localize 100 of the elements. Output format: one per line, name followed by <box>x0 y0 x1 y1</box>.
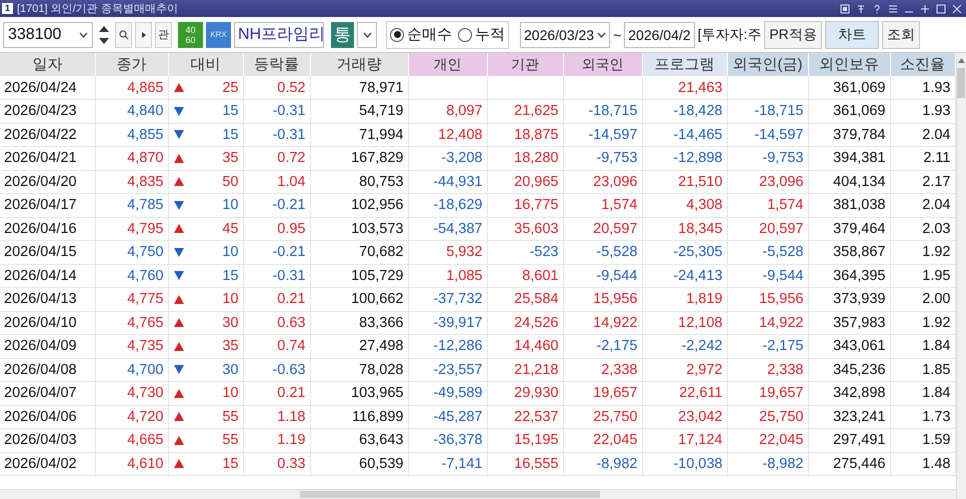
table-cell: 4,750 <box>95 240 168 264</box>
column-header[interactable]: 외국인 <box>563 53 642 76</box>
table-cell: 2.04 <box>890 194 955 217</box>
column-header[interactable]: 일자 <box>0 53 95 76</box>
table-cell: 1.73 <box>890 405 955 428</box>
table-cell: 357,983 <box>808 311 890 334</box>
table-cell: -10,038 <box>642 452 727 476</box>
table-cell: 361,069 <box>808 100 890 123</box>
table-cell: -23,557 <box>408 358 487 382</box>
table-cell: 12,108 <box>642 311 727 334</box>
table-cell: 12,408 <box>408 123 487 146</box>
column-header[interactable]: 외인보유 <box>808 53 890 76</box>
table-cell: 35 <box>222 150 238 166</box>
mode-radio[interactable]: 순매수 <box>390 25 452 44</box>
table-cell: 8,601 <box>487 264 563 288</box>
date-to-field[interactable]: 2026/04/2 <box>624 22 695 48</box>
column-header[interactable]: 종가 <box>95 53 168 76</box>
table-cell: -25,305 <box>642 240 727 264</box>
table-cell: 22,537 <box>487 405 563 428</box>
date-from-field[interactable]: 2026/03/23 <box>520 22 610 48</box>
table-cell: 0.74 <box>243 334 310 358</box>
table-cell: 2.03 <box>890 217 955 240</box>
action-button[interactable]: PR적용 <box>764 20 822 48</box>
table-cell: 35,603 <box>487 217 563 240</box>
table-cell: 19,657 <box>563 382 642 405</box>
scroll-thumb[interactable] <box>957 68 966 98</box>
mode-radio[interactable]: 누적 <box>458 25 505 44</box>
table-cell: -7,141 <box>408 452 487 476</box>
table-cell: 2026/04/17 <box>0 194 95 217</box>
vertical-scrollbar[interactable] <box>956 53 966 499</box>
table-cell: 78,971 <box>310 76 408 100</box>
table-cell: 2026/04/22 <box>0 123 95 146</box>
table-cell: 100,662 <box>310 288 408 311</box>
table-cell: 21,625 <box>487 100 563 123</box>
dropdown-button[interactable] <box>357 22 377 48</box>
table-cell: 23,042 <box>642 405 727 428</box>
ratio-badge: 40 60 <box>178 22 203 48</box>
table-cell: 2,338 <box>563 358 642 382</box>
column-header[interactable]: 대비 <box>168 53 243 76</box>
search-button[interactable] <box>115 22 132 48</box>
table-cell: 15 <box>222 126 238 143</box>
table-cell: 394,381 <box>808 146 890 170</box>
column-header[interactable]: 소진율 <box>890 53 955 76</box>
table-cell: 70,682 <box>310 240 408 264</box>
table-cell: 1,819 <box>642 288 727 311</box>
table-cell: 1,085 <box>408 264 487 288</box>
table-cell: 15 <box>222 268 238 284</box>
window-title: [1701] 외인/기관 종목별매매추이 <box>17 2 179 16</box>
action-button[interactable]: 조회 <box>882 20 920 48</box>
table-cell: 63,643 <box>310 428 408 452</box>
table-cell: -2,242 <box>642 334 727 358</box>
table-cell: -14,465 <box>642 123 727 146</box>
menu-icon[interactable] <box>888 4 898 14</box>
table-cell: 18,345 <box>642 217 727 240</box>
horizontal-scrollbar[interactable] <box>0 489 956 499</box>
plus-icon[interactable] <box>920 4 930 14</box>
table-cell: 71,994 <box>310 123 408 146</box>
table-cell: 4,308 <box>642 194 727 217</box>
table-cell: 60,539 <box>310 452 408 476</box>
related-button[interactable]: 관 <box>155 22 172 48</box>
table-cell: -18,715 <box>727 100 808 123</box>
table-cell: 1.59 <box>890 428 955 452</box>
table-cell: 14,460 <box>487 334 563 358</box>
stock-name-field[interactable]: NH프라임리 <box>234 22 324 48</box>
table-cell: -2,175 <box>727 334 808 358</box>
column-header[interactable]: 프로그램 <box>642 53 727 76</box>
table-cell: 364,395 <box>808 264 890 288</box>
table-cell: 10 <box>222 244 238 260</box>
table-cell: 21,218 <box>487 358 563 382</box>
table-cell: 2.11 <box>890 146 955 170</box>
stock-code-combo[interactable]: 338100 <box>3 22 93 48</box>
table-cell: 116,899 <box>310 405 408 428</box>
action-button[interactable]: 차트 <box>824 20 879 48</box>
table-cell: -14,597 <box>563 123 642 146</box>
column-header[interactable]: 개인 <box>408 53 487 76</box>
column-header[interactable]: 등락률 <box>243 53 310 76</box>
table-cell: 4,730 <box>95 382 168 405</box>
table-cell: -18,428 <box>642 100 727 123</box>
window-icon[interactable] <box>840 4 850 14</box>
table-cell: 167,829 <box>310 146 408 170</box>
column-header[interactable]: 외국인(금) <box>727 53 808 76</box>
table-cell: 4,735 <box>95 334 168 358</box>
table-cell: 15 <box>222 103 238 120</box>
table-cell: -9,753 <box>563 146 642 170</box>
column-header[interactable]: 거래량 <box>310 53 408 76</box>
help-icon[interactable] <box>872 4 882 14</box>
table-cell: 1.92 <box>890 311 955 334</box>
table-cell: 2026/04/15 <box>0 240 95 264</box>
table-cell: 2026/04/14 <box>0 264 95 288</box>
table-cell: 361,069 <box>808 76 890 100</box>
type-button[interactable]: 통 <box>331 22 354 48</box>
table-cell: 1.18 <box>243 405 310 428</box>
scroll-thumb[interactable] <box>300 491 600 498</box>
close-icon[interactable] <box>952 4 962 14</box>
maximize-icon[interactable] <box>936 4 946 14</box>
column-header[interactable]: 기관 <box>487 53 563 76</box>
table-cell: 25,750 <box>563 405 642 428</box>
table-cell: 83,366 <box>310 311 408 334</box>
scroll-up-icon[interactable] <box>956 56 966 64</box>
next-button[interactable] <box>135 22 152 48</box>
